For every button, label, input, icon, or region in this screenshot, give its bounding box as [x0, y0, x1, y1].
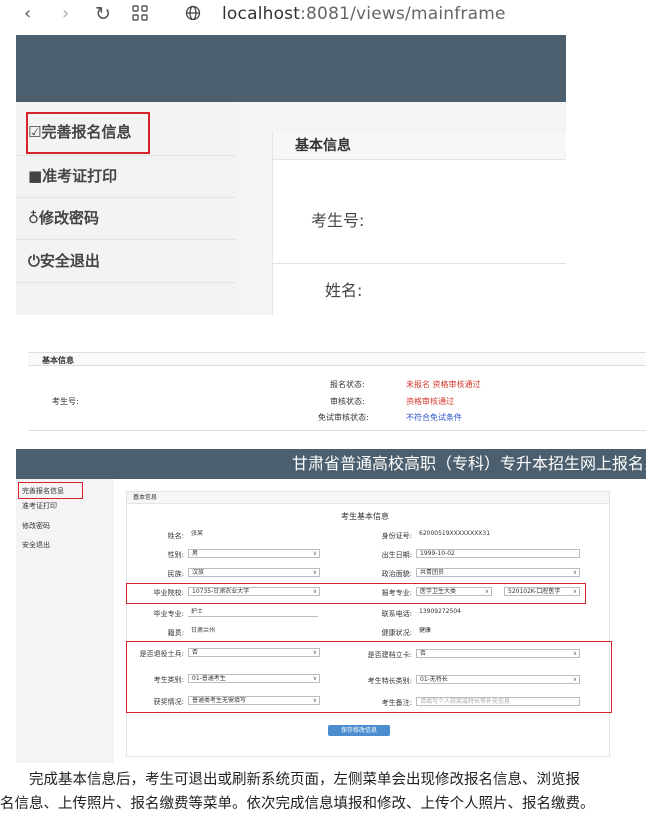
form-title: 基本信息: [127, 492, 609, 504]
menu-change-password[interactable]: ♁修改密码: [28, 198, 228, 238]
url-host: localhost: [222, 4, 301, 24]
save-button[interactable]: 保存修改信息: [328, 725, 390, 736]
major-category-select[interactable]: 医学卫生大类 ∨: [416, 587, 492, 596]
apply-status-label: 报名状态:: [330, 380, 365, 389]
menu-logout[interactable]: ⏻安全退出: [28, 241, 228, 281]
app-header: [16, 35, 566, 102]
birth-field[interactable]: 1999-10-02: [416, 549, 580, 558]
remark-input[interactable]: 请填写个人获奖或特长等补充信息: [416, 697, 580, 706]
retired-select[interactable]: 否 ∨: [188, 648, 320, 657]
school-select[interactable]: 10735-甘肃农业大学 ∨: [188, 587, 320, 596]
gender-select[interactable]: 男 ∨: [188, 549, 320, 558]
chevron-down-icon: ∨: [484, 588, 489, 595]
chevron-down-icon: ∨: [312, 588, 317, 595]
gender-label: 性别:: [167, 551, 184, 559]
browser-toolbar: ‹ › ↻ localhost:8081/views/mainframe: [0, 0, 662, 28]
url-path: :8081/views/mainframe: [300, 4, 506, 24]
panel-title: 基本信息: [273, 132, 566, 160]
retired-label: 是否退役士兵:: [139, 650, 184, 658]
grid-icon[interactable]: [132, 5, 148, 25]
caption: 完成基本信息后，考生可退出或刷新系统页面，左侧菜单会出现修改报名信息、浏览报 名…: [0, 768, 662, 816]
remark-label: 考生备注:: [381, 699, 412, 707]
health-field[interactable]: 健康: [416, 627, 576, 636]
chevron-down-icon: ∨: [572, 588, 577, 595]
small-menu-logout[interactable]: 安全退出: [22, 540, 50, 550]
special-label: 考生特长类别:: [367, 677, 412, 685]
form-heading: 考生基本信息: [341, 512, 389, 521]
small-menu-password[interactable]: 修改密码: [22, 521, 50, 531]
system-header: 甘肃省普通高校高职（专科）专升本招生网上报名系: [16, 449, 646, 479]
phone-field[interactable]: 13909272504: [416, 608, 576, 617]
major-label: 报考专业:: [381, 589, 412, 597]
globe-icon: [185, 5, 201, 26]
health-label: 健康状况:: [381, 629, 412, 637]
id-label: 身份证号:: [381, 532, 412, 540]
basic-info-panel: 基本信息 考生号: 姓名:: [272, 132, 566, 315]
caption-line-2: 名信息、上传照片、报名缴费等菜单。依次完成信息填报和修改、上传个人照片、报名缴费…: [0, 796, 595, 812]
status-strip: 基本信息 考生号: 报名状态: 未报名 资格审核通过 审核状态: 资格审核通过 …: [28, 352, 646, 440]
review-status-value: 资格审核通过: [406, 397, 454, 406]
highlight-box-menu: [18, 482, 83, 499]
chevron-down-icon: ∨: [312, 550, 317, 557]
name-label: 姓名:: [325, 281, 363, 300]
grad-major-field[interactable]: 护士: [188, 608, 318, 617]
name-field[interactable]: 张某: [188, 530, 318, 539]
status-exam-no-label: 考生号:: [52, 397, 79, 406]
origin-label: 籍贯:: [167, 629, 184, 637]
special-select[interactable]: 01-无特长 ∨: [416, 675, 580, 684]
political-select[interactable]: 共青团员 ∨: [416, 568, 580, 577]
ethnic-label: 民族:: [167, 570, 184, 578]
exam-type-select[interactable]: 01-普通考生 ∨: [188, 674, 320, 683]
chevron-down-icon: ∨: [312, 675, 317, 682]
id-field[interactable]: 62000519XXXXXXXX31: [416, 530, 576, 539]
app-screenshot-form: 甘肃省普通高校高职（专科）专升本招生网上报名系 完善报名信息 准考证打印 修改密…: [16, 449, 646, 763]
poverty-select[interactable]: 否 ∨: [416, 649, 580, 658]
small-menu-print[interactable]: 准考证打印: [22, 501, 57, 511]
highlight-box: [26, 112, 150, 154]
chevron-down-icon: ∨: [312, 569, 317, 576]
sidebar-small: 完善报名信息 准考证打印 修改密码 安全退出: [16, 479, 114, 763]
chevron-right-icon[interactable]: ›: [62, 3, 69, 24]
app-screenshot-main: ☑完善报名信息 ■准考证打印 ♁修改密码 ⏻安全退出 基本信息 考生号: 姓名:: [16, 35, 566, 315]
political-label: 政治面貌:: [381, 570, 412, 578]
menu-print-admission[interactable]: ■准考证打印: [28, 156, 228, 196]
exempt-status-value: 不符合免试条件: [406, 413, 462, 422]
apply-status-value: 未报名 资格审核通过: [406, 380, 481, 389]
school-label: 毕业院校:: [153, 589, 184, 597]
ethnic-select[interactable]: 汉族 ∨: [188, 568, 320, 577]
caption-line-1: 完成基本信息后，考生可退出或刷新系统页面，左侧菜单会出现修改报名信息、浏览报: [29, 772, 580, 788]
origin-field[interactable]: 甘肃兰州: [188, 627, 318, 636]
name-label: 姓名:: [167, 532, 184, 540]
award-select[interactable]: 普通类考生无需填写 ∨: [188, 696, 320, 705]
exempt-status-label: 免试审核状态:: [318, 413, 369, 422]
phone-label: 联系电话:: [381, 610, 412, 618]
exam-type-label: 考生类别:: [153, 676, 184, 684]
chevron-down-icon: ∨: [572, 676, 577, 683]
chevron-down-icon: ∨: [312, 697, 317, 704]
poverty-label: 是否建档立卡:: [367, 651, 412, 659]
chevron-down-icon: ∨: [312, 649, 317, 656]
grad-major-label: 毕业专业:: [153, 610, 184, 618]
birth-label: 出生日期:: [381, 551, 412, 559]
status-section-title: 基本信息: [42, 356, 74, 365]
address-bar[interactable]: localhost:8081/views/mainframe: [222, 4, 506, 24]
exam-no-label: 考生号:: [311, 211, 365, 230]
review-status-label: 审核状态:: [330, 397, 365, 406]
chevron-down-icon: ∨: [572, 650, 577, 657]
chevron-left-icon[interactable]: ‹: [24, 3, 31, 24]
major-select[interactable]: 520102K-口腔医学 ∨: [504, 587, 580, 596]
award-label: 获奖情况:: [153, 698, 184, 706]
reload-icon[interactable]: ↻: [95, 3, 111, 25]
system-title: 甘肃省普通高校高职（专科）专升本招生网上报名系: [292, 454, 646, 473]
chevron-down-icon: ∨: [572, 569, 577, 576]
